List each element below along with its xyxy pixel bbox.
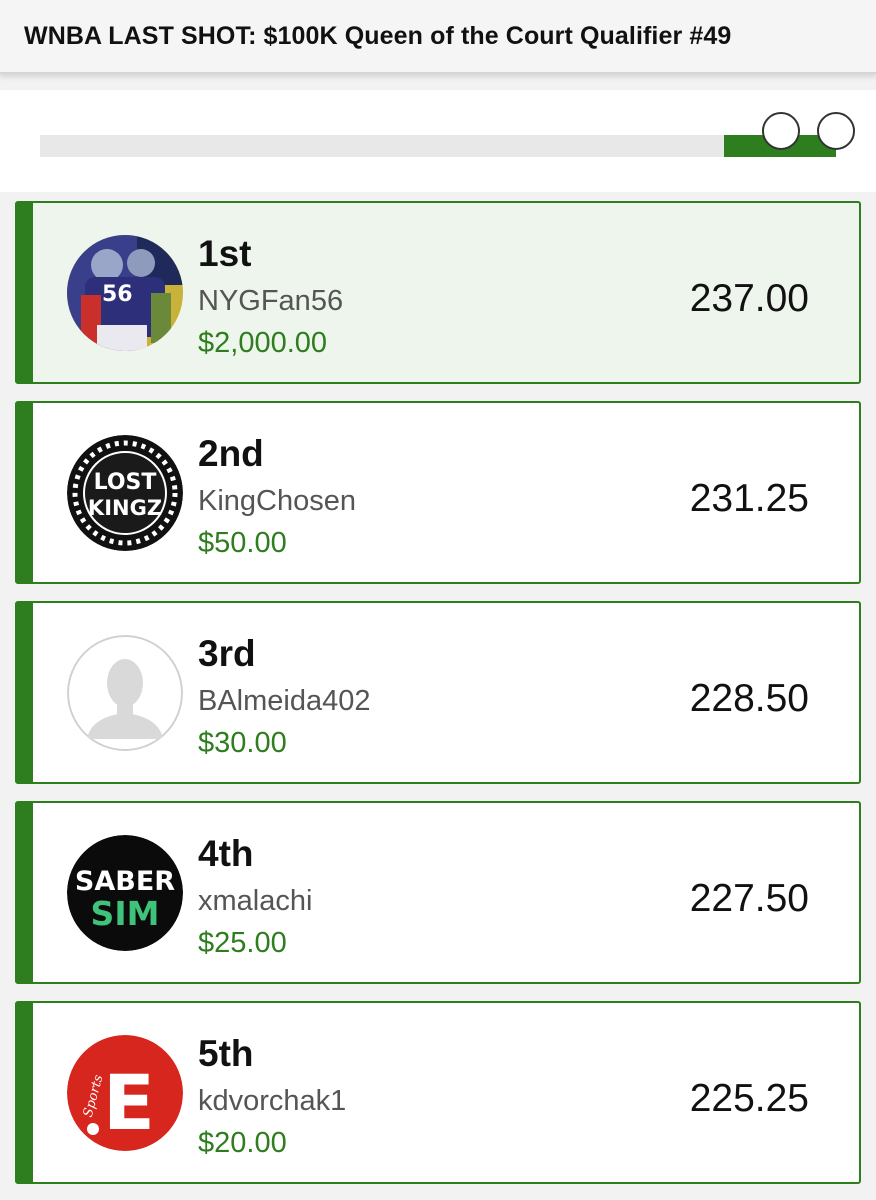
slider-handle-max[interactable] (817, 112, 855, 150)
svg-text:KINGZ: KINGZ (88, 496, 162, 520)
avatar[interactable]: SABER SIM (67, 835, 183, 951)
football-player-photo: 56 (67, 235, 183, 351)
contest-header: WNBA LAST SHOT: $100K Queen of the Court… (0, 0, 876, 74)
rank-label: 4th (198, 833, 254, 874)
lost-kingz-logo: LOST KINGZ (67, 435, 183, 551)
range-slider[interactable] (0, 90, 876, 192)
svg-text:SIM: SIM (91, 894, 160, 933)
svg-text:SABER: SABER (75, 866, 175, 897)
leaderboard-row[interactable]: 56 1st NYGFan56 $2,000.00 237.00 (15, 201, 861, 384)
score-value: 227.50 (689, 877, 809, 920)
score-value: 225.25 (689, 1077, 809, 1120)
avatar[interactable]: LOST KINGZ (67, 435, 183, 551)
leaderboard-list: 56 1st NYGFan56 $2,000.00 237.00 LOST KI… (15, 201, 861, 1200)
rank-label: 2nd (198, 433, 264, 474)
leaderboard-row[interactable]: SABER SIM 4th xmalachi $25.00 227.50 (15, 801, 861, 984)
username-link[interactable]: kdvorchak1 (198, 1085, 346, 1118)
username-link[interactable]: NYGFan56 (198, 285, 343, 318)
prize-amount: $30.00 (198, 727, 287, 759)
rank-label: 5th (198, 1033, 254, 1074)
rank-label: 1st (198, 233, 252, 274)
svg-text:56: 56 (102, 282, 133, 307)
sabersim-logo: SABER SIM (67, 835, 183, 951)
svg-text:LOST: LOST (94, 470, 157, 495)
leaderboard-row[interactable]: E Sports 5th kdvorchak1 $20.00 225.25 (15, 1001, 861, 1184)
score-value: 231.25 (689, 477, 809, 520)
leaderboard-row[interactable]: LOST KINGZ 2nd KingChosen $50.00 231.25 (15, 401, 861, 584)
username-link[interactable]: KingChosen (198, 485, 356, 518)
avatar[interactable] (67, 635, 183, 751)
prize-amount: $50.00 (198, 527, 287, 559)
rank-label: 3rd (198, 633, 256, 674)
username-link[interactable]: BAlmeida402 (198, 685, 371, 718)
slider-handle-min[interactable] (762, 112, 800, 150)
slider-track[interactable] (40, 135, 724, 157)
prize-amount: $20.00 (198, 1127, 287, 1159)
avatar[interactable]: E Sports (67, 1035, 183, 1151)
prize-amount: $25.00 (198, 927, 287, 959)
svg-text:E: E (103, 1058, 155, 1147)
prize-amount: $2,000.00 (198, 327, 328, 359)
leaderboard-row[interactable]: 3rd BAlmeida402 $30.00 228.50 (15, 601, 861, 784)
username-link[interactable]: xmalachi (198, 885, 312, 918)
default-user-silhouette-icon (67, 635, 183, 751)
contest-title: WNBA LAST SHOT: $100K Queen of the Court… (24, 21, 732, 50)
nbc-sports-e-logo: E Sports (67, 1035, 183, 1151)
score-value: 228.50 (689, 677, 809, 720)
avatar[interactable]: 56 (67, 235, 183, 351)
score-value: 237.00 (689, 277, 809, 320)
